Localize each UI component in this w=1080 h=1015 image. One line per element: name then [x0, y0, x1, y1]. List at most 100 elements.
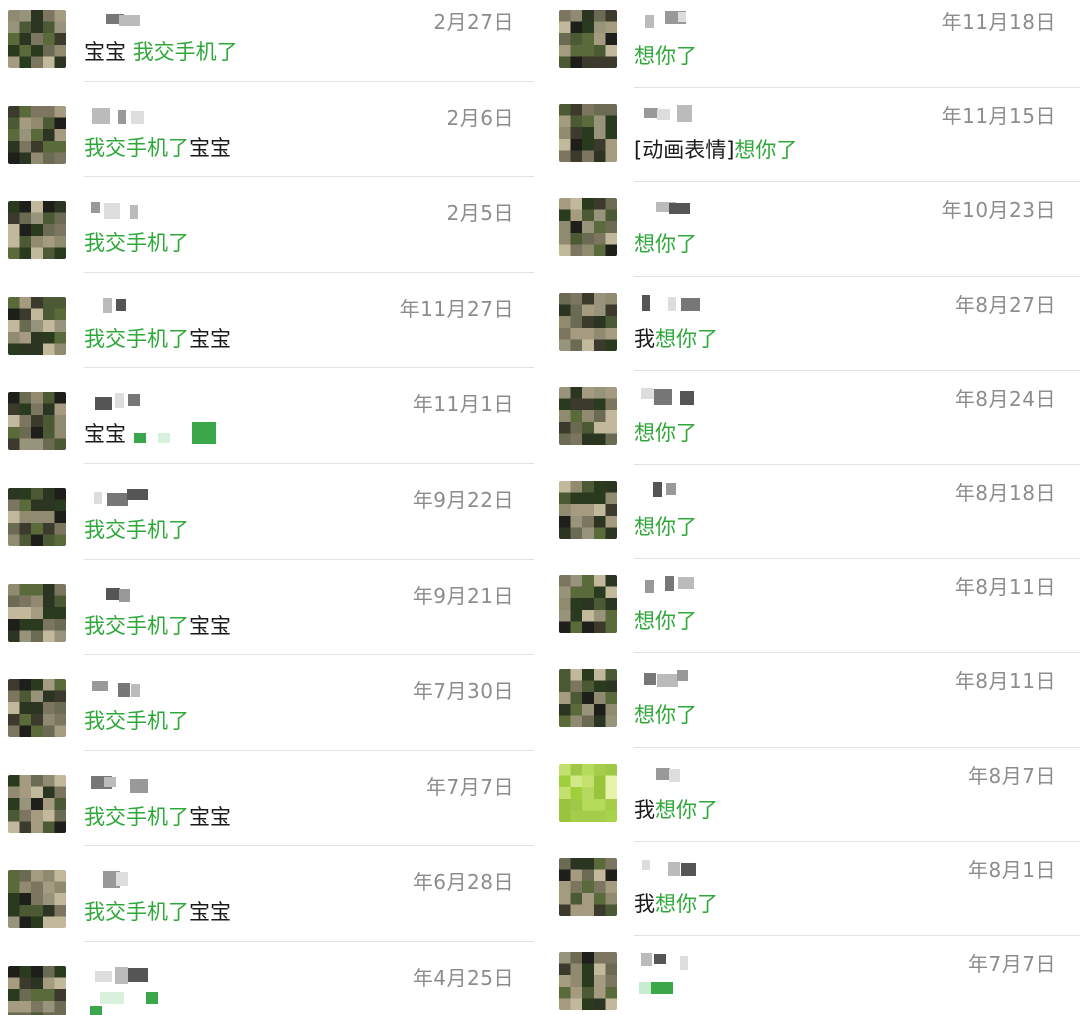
- divider: [84, 367, 534, 369]
- avatar[interactable]: [8, 965, 66, 1015]
- avatar[interactable]: [8, 870, 66, 929]
- contact-name-redacted: [638, 760, 718, 782]
- avatar[interactable]: [559, 951, 617, 1010]
- avatar[interactable]: [559, 575, 617, 634]
- divider: [84, 654, 534, 656]
- message-preview: 想你了: [634, 605, 697, 635]
- avatar[interactable]: [8, 679, 66, 738]
- message-preview: 我交手机了宝宝: [84, 896, 231, 926]
- message-text-suffix: 宝宝: [189, 900, 231, 925]
- chat-list-item[interactable]: 年8月27日 我想你了: [545, 283, 1080, 377]
- message-text-prefix: 我: [634, 891, 655, 916]
- message-text-prefix: 我: [634, 797, 655, 822]
- message-date: 年8月7日: [968, 763, 1056, 788]
- message-date: 年9月22日: [412, 487, 514, 512]
- message-date: 年8月27日: [954, 292, 1056, 317]
- chat-list-item[interactable]: 年8月24日想你了: [545, 377, 1080, 471]
- message-text-highlight: 我交手机了: [84, 231, 189, 256]
- chat-list-item[interactable]: 2月27日 宝宝 我交手机了: [0, 0, 540, 96]
- avatar[interactable]: [8, 774, 66, 833]
- divider: [84, 80, 534, 82]
- message-date: 年8月24日: [954, 386, 1056, 411]
- message-text-highlight: 想你了: [634, 609, 697, 634]
- avatar[interactable]: [8, 105, 66, 164]
- message-date: 年8月18日: [954, 480, 1056, 505]
- chat-list-item[interactable]: 2月5日我交手机了: [0, 191, 540, 287]
- avatar[interactable]: [8, 583, 66, 642]
- message-text-highlight: 我交手机了: [84, 613, 189, 638]
- contact-name-redacted: [88, 293, 168, 315]
- message-preview: 我交手机了: [84, 227, 189, 257]
- avatar[interactable]: [559, 857, 617, 916]
- avatar[interactable]: [8, 392, 66, 451]
- message-text-highlight: 想你了: [634, 44, 697, 68]
- message-preview: 我交手机了: [84, 705, 189, 735]
- message-date: 年11月1日: [412, 392, 514, 417]
- divider: [84, 176, 534, 178]
- redacted-emoji: [158, 433, 170, 444]
- chat-list-item[interactable]: 年8月11日 想你了: [545, 659, 1080, 753]
- avatar[interactable]: [559, 763, 617, 822]
- avatar[interactable]: [8, 487, 66, 546]
- chat-list-item[interactable]: 年6月28日 我交手机了宝宝: [0, 860, 540, 956]
- divider: [634, 558, 1080, 560]
- message-preview: 想你了: [634, 228, 697, 258]
- message-date: 年11月27日: [399, 296, 514, 321]
- contact-name-redacted: [638, 948, 718, 972]
- chat-list-item[interactable]: 年8月7日 我想你了: [545, 754, 1080, 848]
- chat-list-item[interactable]: 年9月22日 我交手机了: [0, 478, 540, 574]
- chat-list-item[interactable]: 年8月1日 我想你了: [545, 848, 1080, 942]
- message-date: 年7月7日: [426, 774, 514, 799]
- message-text-suffix: 宝宝: [189, 326, 231, 351]
- chat-list-item[interactable]: 年7月7日: [545, 942, 1080, 1015]
- message-date: 2月5日: [446, 201, 514, 226]
- message-text-highlight: 想你了: [655, 326, 718, 351]
- contact-name-redacted: [638, 289, 718, 313]
- message-preview: 想你了: [634, 511, 697, 541]
- divider: [634, 840, 1080, 842]
- chat-list-item[interactable]: 2月6日我交手机了宝宝: [0, 96, 540, 192]
- chat-list-item[interactable]: 年11月18日 想你了: [545, 0, 1080, 94]
- message-text-highlight: 想你了: [634, 514, 697, 539]
- message-date: 年9月21日: [412, 583, 514, 608]
- avatar[interactable]: [8, 201, 66, 260]
- divider: [634, 746, 1080, 748]
- contact-name-redacted: [88, 197, 168, 220]
- chat-list-item[interactable]: 年8月11日 想你了: [545, 565, 1080, 659]
- avatar[interactable]: [559, 104, 617, 163]
- contact-name-redacted: [638, 194, 718, 216]
- message-date: 2月27日: [433, 10, 514, 34]
- message-text-highlight: 想你了: [634, 703, 697, 728]
- message-preview: 我交手机了宝宝: [84, 610, 231, 640]
- message-preview: 我交手机了宝宝: [84, 132, 231, 162]
- divider: [634, 369, 1080, 371]
- divider: [634, 275, 1080, 277]
- message-text-prefix: 宝宝: [84, 422, 126, 447]
- avatar[interactable]: [559, 10, 617, 68]
- chat-list-item[interactable]: 年11月1日宝宝: [0, 382, 540, 478]
- chat-list-item[interactable]: 年7月7日 我交手机了宝宝: [0, 765, 540, 861]
- avatar[interactable]: [559, 386, 617, 445]
- avatar[interactable]: [559, 198, 617, 257]
- chat-list-item[interactable]: 年10月23日 想你了: [545, 188, 1080, 282]
- message-preview: 想你了: [634, 417, 697, 447]
- divider: [84, 462, 534, 464]
- avatar[interactable]: [559, 292, 617, 351]
- chat-list-right: 年11月18日 想你了 年11月15日 [动画表情]想你了 年10月23日 想你了 年8月2…: [545, 0, 1080, 1015]
- message-text-highlight: 想你了: [734, 138, 798, 163]
- divider: [84, 271, 534, 273]
- chat-list-item[interactable]: 年11月15日 [动画表情]想你了: [545, 94, 1080, 188]
- chat-list-item[interactable]: 年7月30日 我交手机了: [0, 669, 540, 765]
- message-text-suffix: 宝宝: [189, 804, 231, 829]
- message-preview: 想你了: [634, 699, 697, 729]
- redacted-emoji: [192, 422, 216, 445]
- chat-list-item[interactable]: 年11月27日 我交手机了宝宝: [0, 287, 540, 383]
- chat-list-item[interactable]: 年8月18日想你了: [545, 471, 1080, 565]
- chat-list-item[interactable]: 年9月21日我交手机了宝宝: [0, 574, 540, 670]
- chat-list-item[interactable]: 年4月25日: [0, 956, 540, 1015]
- avatar[interactable]: [8, 10, 66, 68]
- avatar[interactable]: [559, 480, 617, 539]
- message-date: 2月6日: [446, 105, 514, 130]
- avatar[interactable]: [559, 669, 617, 728]
- avatar[interactable]: [8, 296, 66, 355]
